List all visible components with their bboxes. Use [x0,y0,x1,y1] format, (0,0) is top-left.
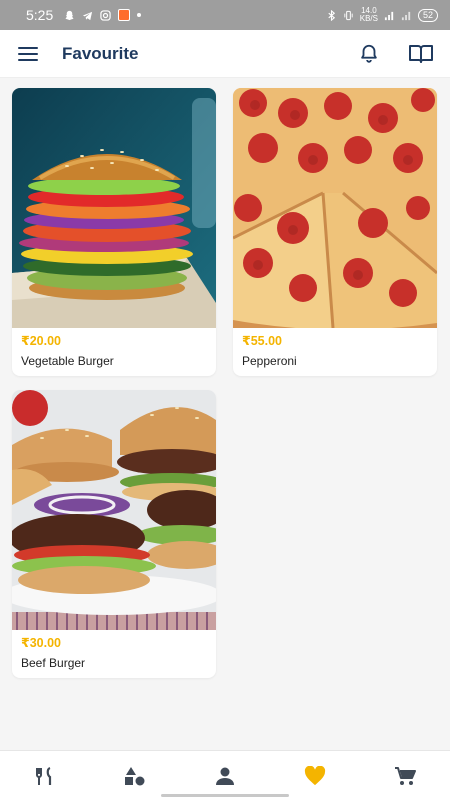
beef-burger-image [12,390,216,630]
vibrate-icon [344,10,353,20]
favourite-card[interactable]: ₹20.00 Vegetable Burger [12,88,216,376]
notifications-button[interactable] [356,41,382,67]
fork-knife-icon [36,766,52,785]
favourite-card[interactable]: ₹30.00 Beef Burger [12,390,216,678]
item-price: ₹20.00 [21,334,61,348]
app-bar: Favourite [0,30,450,78]
home-indicator[interactable] [161,794,289,797]
menu-icon-line [18,52,38,55]
item-name: Vegetable Burger [21,354,114,368]
bluetooth-icon [328,9,335,21]
nav-profile[interactable] [205,756,245,796]
menu-book-button[interactable] [408,41,434,67]
categories-icon [125,766,145,785]
favourite-card[interactable]: ₹55.00 Pepperoni [233,88,437,376]
nav-cart[interactable] [385,756,425,796]
menu-icon-line [18,58,38,61]
status-time: 5:25 [26,7,54,23]
telegram-icon [83,11,93,20]
nav-menu[interactable] [25,756,65,796]
network-speed: 14.0 KB/S [360,7,378,23]
profile-icon [216,767,234,785]
network-speed-unit: KB/S [359,14,378,23]
snapchat-icon [65,10,74,20]
pepperoni-pizza-image [233,88,437,328]
item-name: Pepperoni [242,354,297,368]
heart-icon [304,765,326,785]
item-name: Beef Burger [21,656,86,670]
item-price: ₹30.00 [21,636,61,650]
battery-indicator: 52 [417,8,438,22]
instagram-icon [100,9,111,21]
menu-icon-line [18,46,38,49]
more-notifications-dot [137,13,142,17]
nav-categories[interactable] [115,756,155,796]
bell-icon [361,44,377,63]
app-notification-icon [118,9,131,21]
status-bar: 5:25 14.0 KB/S 52 [0,0,450,30]
bottom-navigation [0,750,450,800]
vegetable-burger-image [12,88,216,328]
nav-favourite[interactable] [295,756,335,796]
cart-icon [395,766,416,785]
signal-icon [384,11,394,20]
book-icon [409,44,433,63]
favourites-grid: ₹20.00 Vegetable Burger ₹55.00 Pepperoni… [12,88,438,678]
page-title: Favourite [62,43,139,63]
signal-icon-2 [401,11,411,20]
menu-button[interactable] [18,42,42,66]
item-price: ₹55.00 [242,334,282,348]
